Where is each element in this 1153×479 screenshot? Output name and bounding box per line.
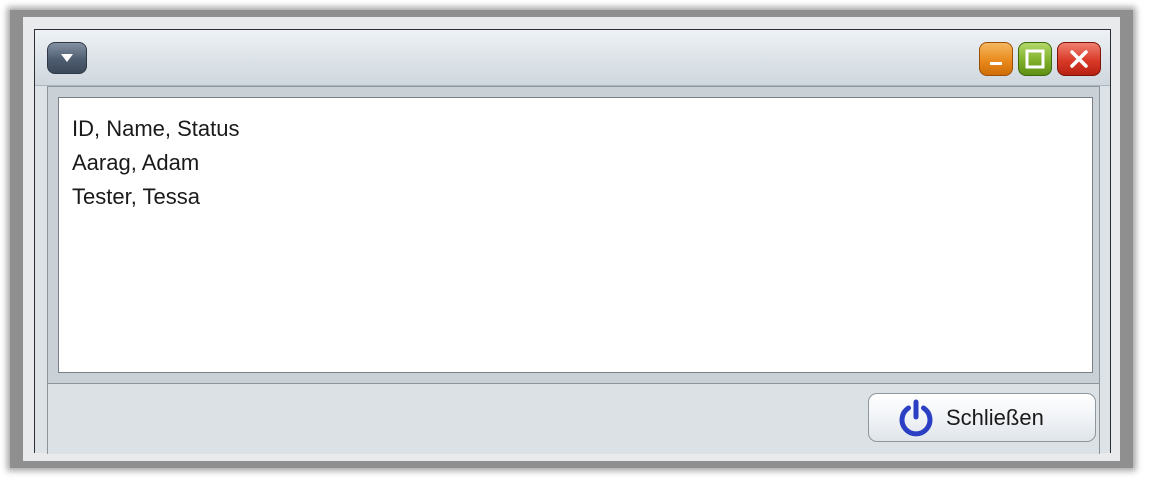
close-button-label: Schließen: [946, 404, 1044, 430]
power-icon: [899, 399, 933, 436]
window-menu-button[interactable]: [47, 42, 87, 74]
text-line: ID, Name, Status: [72, 116, 240, 141]
output-text-area[interactable]: ID, Name, Status Aarag, Adam Tester, Tes…: [58, 97, 1093, 373]
minimize-button[interactable]: [979, 42, 1013, 76]
close-button[interactable]: Schließen: [868, 393, 1096, 442]
chevron-down-icon: [61, 54, 73, 62]
dialog-window: ID, Name, Status Aarag, Adam Tester, Tes…: [34, 29, 1111, 454]
close-icon: [1070, 50, 1088, 68]
text-line: Tester, Tessa: [72, 184, 200, 209]
maximize-button[interactable]: [1018, 42, 1052, 76]
title-bar[interactable]: [35, 30, 1110, 86]
close-window-button[interactable]: [1057, 42, 1101, 76]
text-line: Aarag, Adam: [72, 150, 200, 175]
maximize-icon: [1025, 49, 1045, 69]
minimize-icon: [990, 62, 1002, 65]
button-bar: Schließen: [47, 384, 1100, 454]
content-panel: ID, Name, Status Aarag, Adam Tester, Tes…: [47, 86, 1100, 384]
